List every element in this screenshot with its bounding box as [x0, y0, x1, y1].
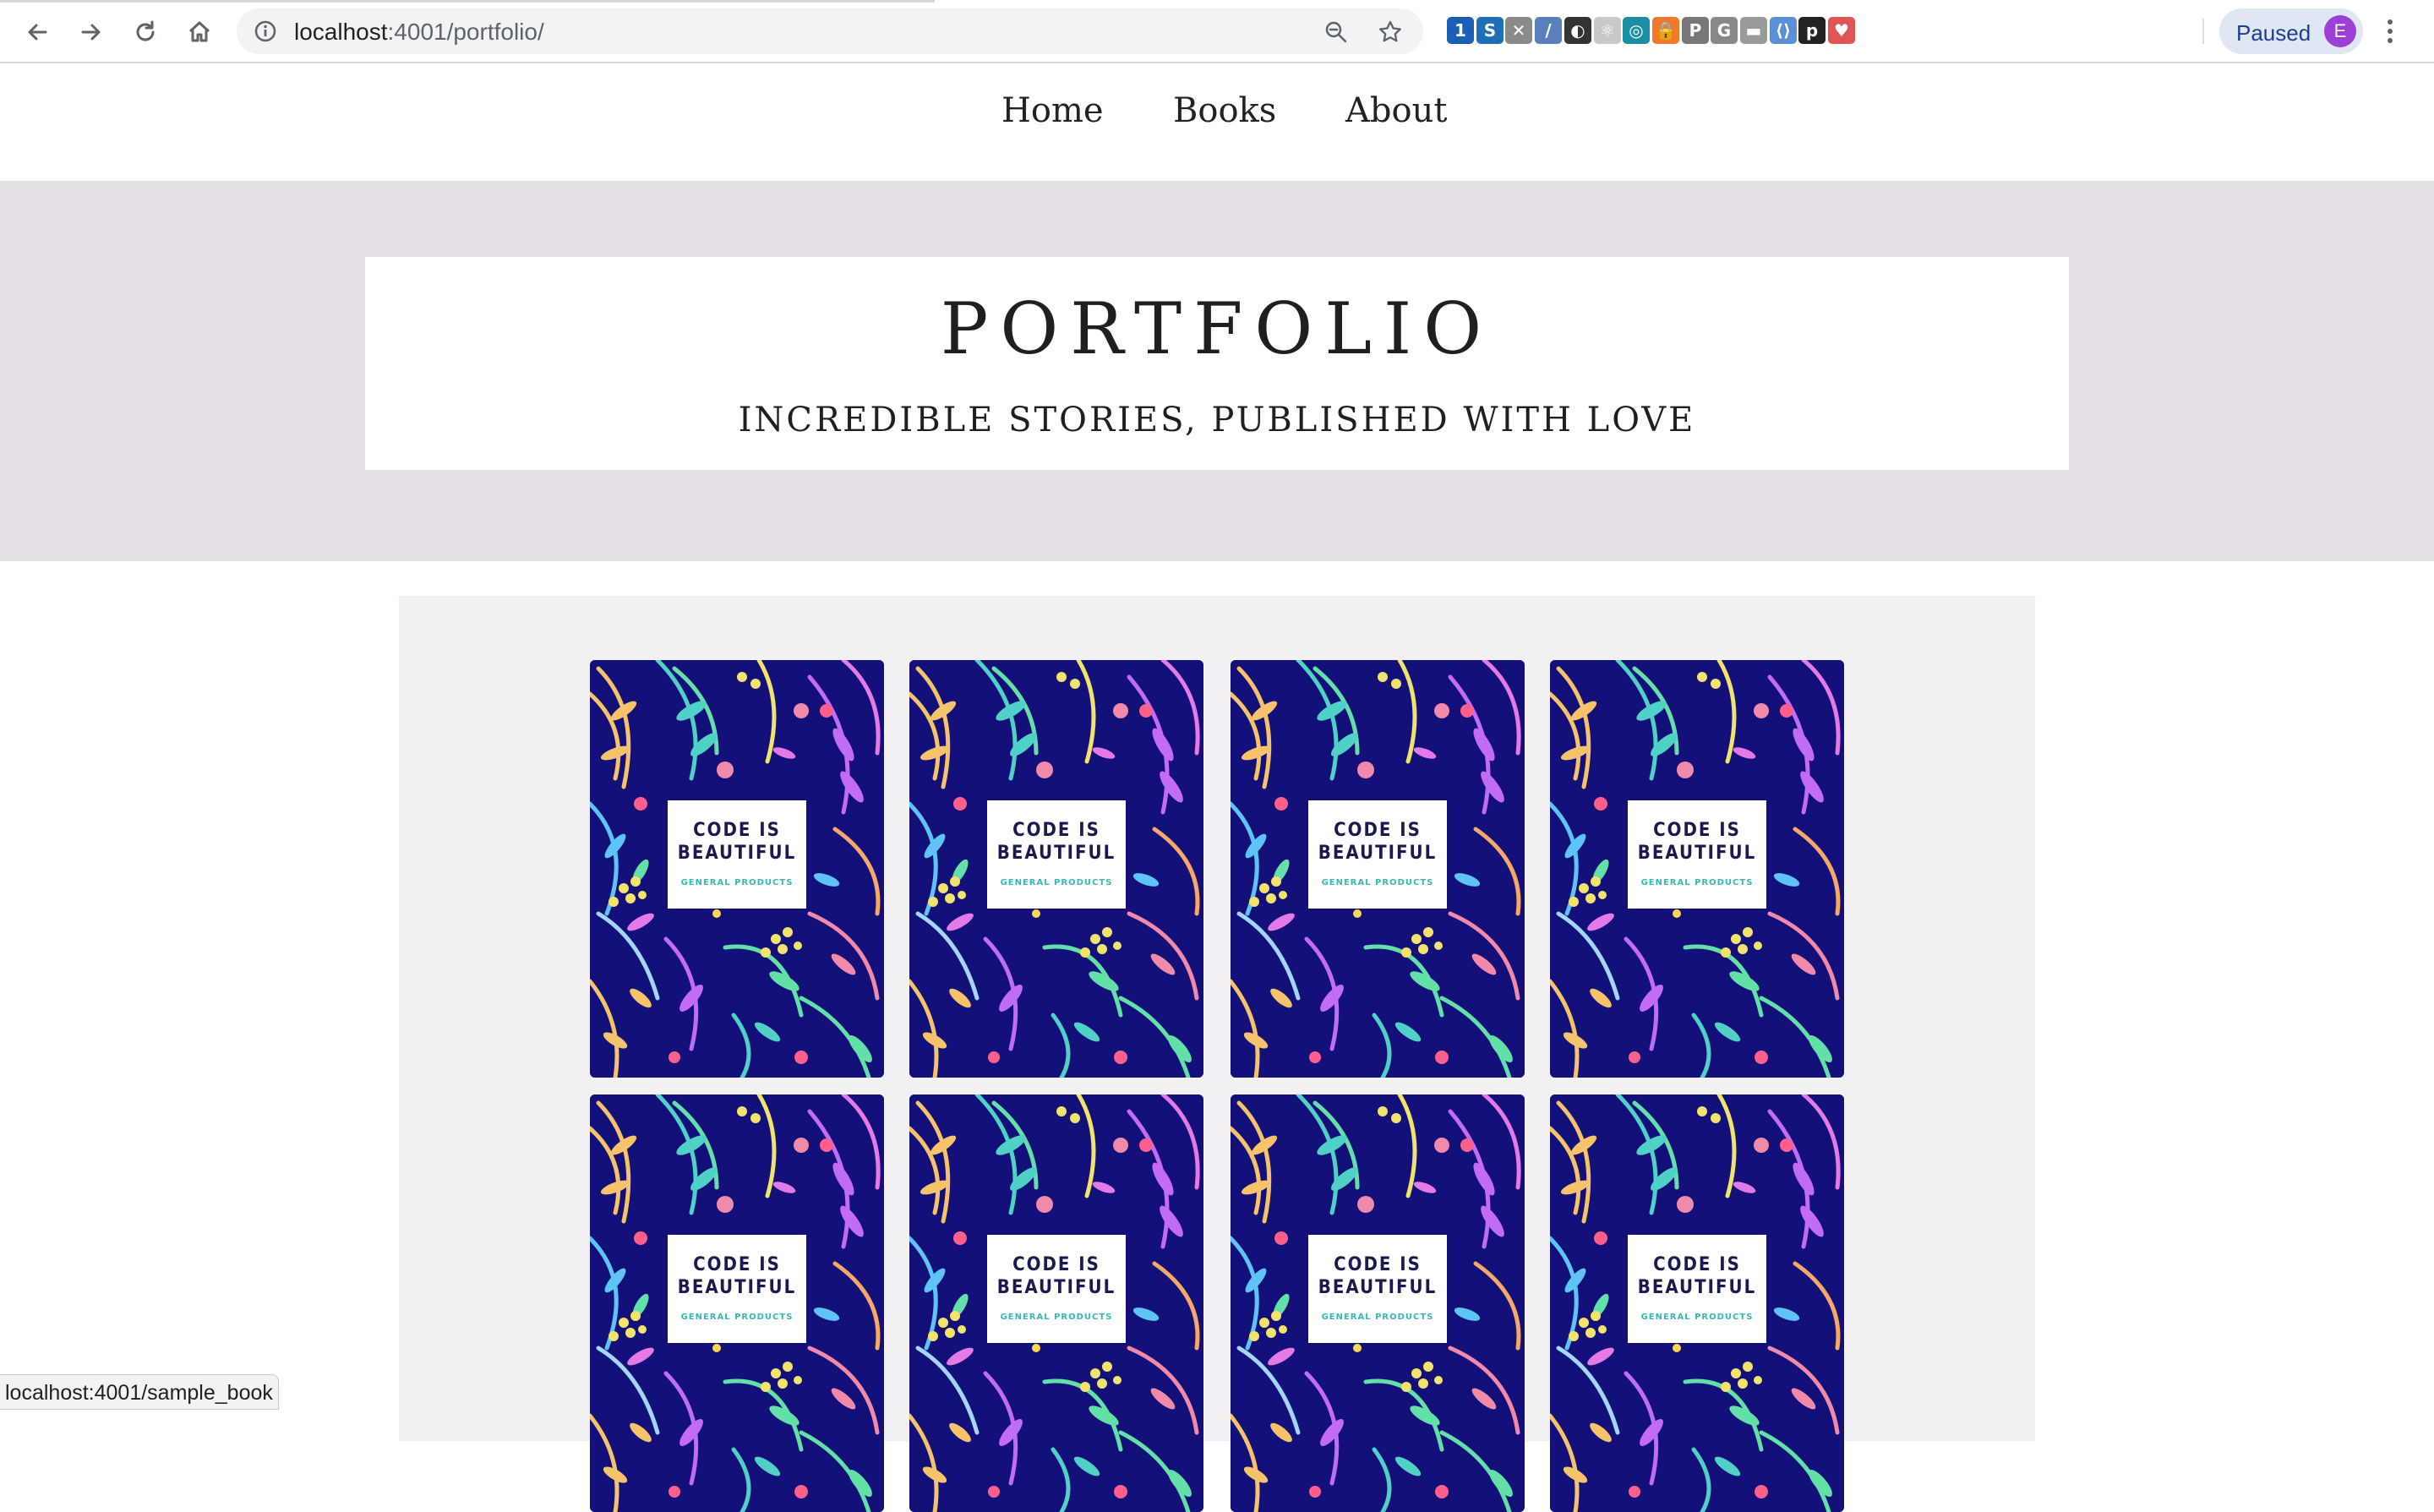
book-cover-label: CODE IS BEAUTIFUL GENERAL PRODUCTS	[1628, 800, 1766, 909]
home-button[interactable]	[183, 15, 216, 49]
tab-strip-edge	[0, 0, 935, 3]
book-card[interactable]: CODE IS BEAUTIFUL GENERAL PRODUCTS	[590, 660, 884, 1078]
lock-icon[interactable]: 🔒	[1652, 17, 1679, 44]
puzzle-icon[interactable]: ✕	[1505, 17, 1532, 44]
book-card[interactable]: CODE IS BEAUTIFUL GENERAL PRODUCTS	[1231, 1094, 1525, 1512]
page-title: PORTFOLIO	[940, 287, 1494, 370]
book-title: CODE IS BEAUTIFUL	[1637, 1254, 1757, 1298]
site-info-icon[interactable]	[254, 19, 277, 43]
address-bar[interactable]: localhost:4001/portfolio/	[237, 8, 1423, 54]
window-icon[interactable]: ▬	[1740, 17, 1767, 44]
book-cover-label: CODE IS BEAUTIFUL GENERAL PRODUCTS	[1308, 800, 1447, 909]
book-title: CODE IS BEAUTIFUL	[677, 1254, 797, 1298]
back-arrow-icon	[28, 24, 47, 41]
book-cover-label: CODE IS BEAUTIFUL GENERAL PRODUCTS	[987, 1235, 1126, 1343]
url-path: :4001/portfolio/	[387, 19, 544, 45]
book-title: CODE IS BEAUTIFUL	[996, 1254, 1116, 1298]
reload-button[interactable]	[128, 15, 162, 49]
book-cover-label: CODE IS BEAUTIFUL GENERAL PRODUCTS	[1308, 1235, 1447, 1343]
reload-icon	[136, 20, 155, 41]
status-bar-link-preview: localhost:4001/sample_book	[0, 1374, 279, 1410]
1password-icon[interactable]: 1	[1447, 17, 1474, 44]
page-subtitle: INCREDIBLE STORIES, PUBLISHED WITH LOVE	[738, 401, 1696, 439]
profile-status-label: Paused	[2236, 20, 2311, 46]
book-card[interactable]: CODE IS BEAUTIFUL GENERAL PRODUCTS	[909, 1094, 1203, 1512]
book-card[interactable]: CODE IS BEAUTIFUL GENERAL PRODUCTS	[590, 1094, 884, 1512]
book-publisher: GENERAL PRODUCTS	[1321, 878, 1434, 887]
url-host: localhost	[294, 19, 388, 45]
book-title: CODE IS BEAUTIFUL	[677, 820, 797, 864]
code-icon[interactable]: ⟨⟩	[1770, 17, 1797, 44]
dark-mode-icon[interactable]: ◐	[1564, 17, 1591, 44]
pocket-p-icon[interactable]: p	[1798, 17, 1826, 44]
book-publisher: GENERAL PRODUCTS	[1000, 1313, 1113, 1322]
book-publisher: GENERAL PRODUCTS	[1640, 1313, 1754, 1322]
book-card[interactable]: CODE IS BEAUTIFUL GENERAL PRODUCTS	[1550, 660, 1844, 1078]
p-extension-icon[interactable]: P	[1682, 17, 1709, 44]
toolbar-separator	[2202, 19, 2204, 44]
book-publisher: GENERAL PRODUCTS	[1321, 1313, 1434, 1322]
avatar: E	[2324, 15, 2356, 47]
book-title: CODE IS BEAUTIFUL	[996, 820, 1116, 864]
book-card[interactable]: CODE IS BEAUTIFUL GENERAL PRODUCTS	[1231, 660, 1525, 1078]
profile-button[interactable]: Paused E	[2219, 8, 2363, 54]
teal-extension-icon[interactable]: ◎	[1623, 17, 1650, 44]
feather-icon[interactable]: /	[1535, 17, 1562, 44]
url-text[interactable]: localhost:4001/portfolio/	[294, 19, 544, 46]
book-card[interactable]: CODE IS BEAUTIFUL GENERAL PRODUCTS	[909, 660, 1203, 1078]
book-cover-label: CODE IS BEAUTIFUL GENERAL PRODUCTS	[1628, 1235, 1766, 1343]
browser-menu-icon[interactable]	[2385, 17, 2395, 47]
book-cover-label: CODE IS BEAUTIFUL GENERAL PRODUCTS	[987, 800, 1126, 909]
book-card[interactable]: CODE IS BEAUTIFUL GENERAL PRODUCTS	[1550, 1094, 1844, 1512]
book-title: CODE IS BEAUTIFUL	[1318, 820, 1438, 864]
book-publisher: GENERAL PRODUCTS	[680, 1313, 794, 1322]
shield-icon[interactable]: ♥	[1828, 17, 1855, 44]
zoom-icon[interactable]	[1323, 19, 1349, 45]
hero-banner: PORTFOLIO INCREDIBLE STORIES, PUBLISHED …	[0, 181, 2434, 561]
s-extension-icon[interactable]: S	[1476, 17, 1504, 44]
browser-toolbar: localhost:4001/portfolio/ 1 S ✕ / ◐ ⚛ ◎ 🔒 P G ▬ ⟨⟩ p…	[0, 0, 2434, 63]
nav-link-home[interactable]: Home	[1001, 91, 1104, 130]
forward-arrow-icon	[81, 24, 101, 41]
home-icon	[188, 21, 210, 42]
nav-link-about[interactable]: About	[1345, 91, 1447, 130]
book-grid: CODE IS BEAUTIFUL GENERAL PRODUCTS CODE IS…	[399, 596, 2035, 1512]
book-title: CODE IS BEAUTIFUL	[1637, 820, 1757, 864]
back-button[interactable]	[20, 15, 54, 49]
forward-button[interactable]	[74, 15, 108, 49]
hero-card: PORTFOLIO INCREDIBLE STORIES, PUBLISHED …	[365, 257, 2069, 470]
site-navigation: Home Books About	[0, 63, 2434, 181]
book-cover-label: CODE IS BEAUTIFUL GENERAL PRODUCTS	[668, 1235, 806, 1343]
book-cover-label: CODE IS BEAUTIFUL GENERAL PRODUCTS	[668, 800, 806, 909]
nav-link-books[interactable]: Books	[1173, 91, 1276, 130]
book-title: CODE IS BEAUTIFUL	[1318, 1254, 1438, 1298]
react-devtools-icon[interactable]: ⚛	[1594, 17, 1621, 44]
g-extension-icon[interactable]: G	[1711, 17, 1738, 44]
book-publisher: GENERAL PRODUCTS	[680, 878, 794, 887]
book-publisher: GENERAL PRODUCTS	[1000, 878, 1113, 887]
bookmark-star-icon[interactable]	[1378, 19, 1403, 45]
book-publisher: GENERAL PRODUCTS	[1640, 878, 1754, 887]
